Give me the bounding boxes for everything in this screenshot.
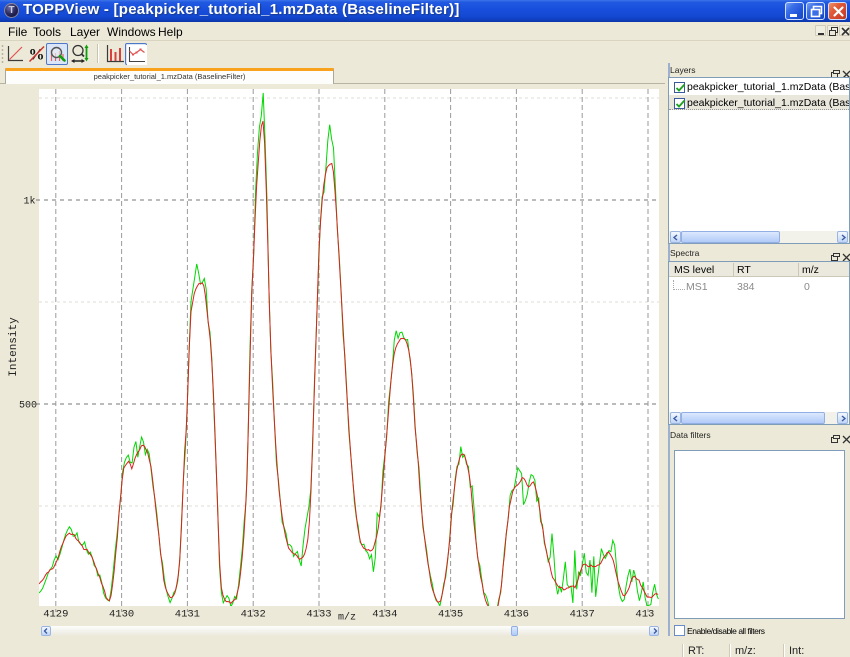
svg-text:4129: 4129 <box>43 609 68 621</box>
svg-text:Intensity: Intensity <box>8 317 20 377</box>
svg-text:4136: 4136 <box>504 609 529 621</box>
svg-text:1k: 1k <box>23 196 35 208</box>
svg-text:m/z: m/z <box>338 612 356 624</box>
svg-text:4130: 4130 <box>109 609 134 621</box>
svg-text:500: 500 <box>19 401 37 412</box>
svg-text:4133: 4133 <box>306 609 331 621</box>
svg-text:4137: 4137 <box>570 609 595 621</box>
svg-text:4131: 4131 <box>175 609 200 621</box>
svg-text:4134: 4134 <box>372 609 397 621</box>
svg-text:4135: 4135 <box>438 609 463 621</box>
svg-text:4132: 4132 <box>241 609 266 621</box>
